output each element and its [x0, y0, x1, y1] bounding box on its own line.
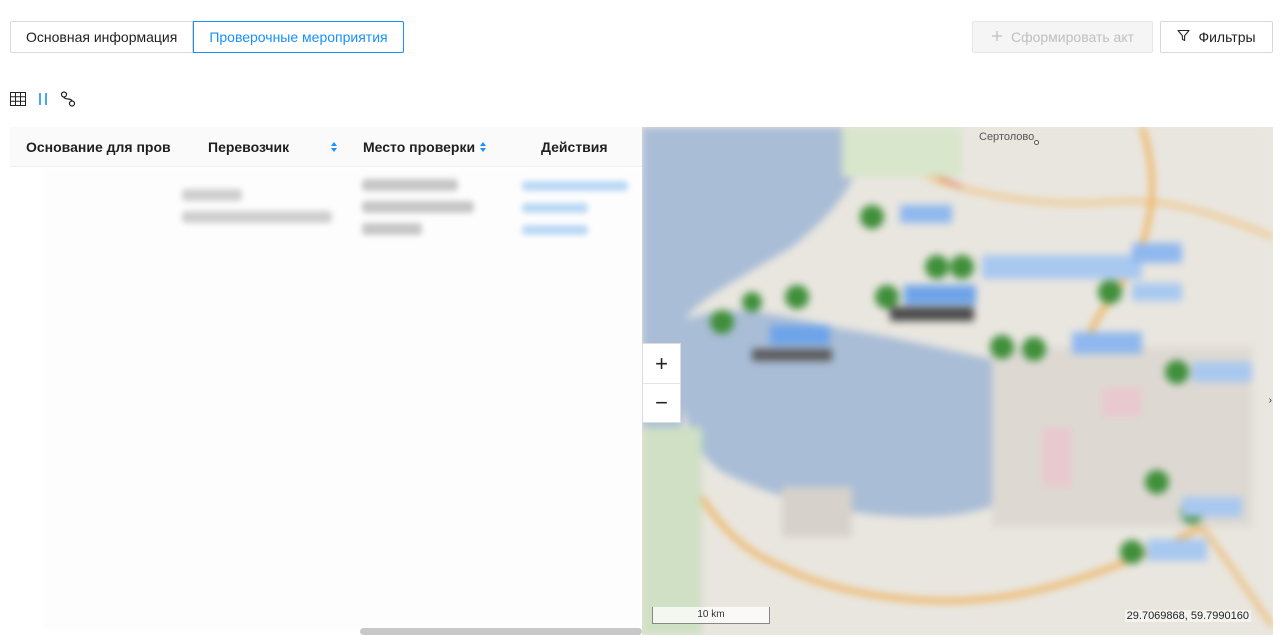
obscured-cell: [182, 211, 332, 223]
zoom-in-button[interactable]: +: [643, 344, 680, 383]
obscured-link[interactable]: [522, 203, 588, 213]
map-tiles: [642, 127, 1273, 635]
generate-act-button[interactable]: Сформировать акт: [972, 21, 1153, 53]
map-panel[interactable]: Сертолово + − 10 km 29.7069868, 59.79901…: [642, 127, 1273, 635]
obscured-cell: [362, 201, 474, 213]
obscured-link[interactable]: [522, 225, 588, 235]
tabs: Основная информация Проверочные мероприя…: [10, 21, 404, 53]
filter-icon: [1177, 29, 1191, 45]
sort-icon[interactable]: [331, 141, 337, 153]
column-header-location[interactable]: Место проверки: [347, 127, 507, 166]
view-switch: [10, 91, 76, 107]
map-route-icon[interactable]: [60, 91, 76, 107]
horizontal-scrollbar[interactable]: [360, 628, 642, 635]
obscured-cell: [362, 223, 422, 235]
obscured-cell: [182, 189, 242, 201]
column-header-actions: Действия: [541, 138, 608, 155]
plus-icon: [991, 29, 1003, 45]
generate-act-label: Сформировать акт: [1010, 29, 1135, 45]
map-coordinates: 29.7069868, 59.7990160: [1124, 610, 1251, 622]
sort-icon[interactable]: [480, 141, 487, 153]
tab-main-info[interactable]: Основная информация: [10, 21, 194, 53]
tab-inspection-events[interactable]: Проверочные мероприятия: [193, 21, 404, 53]
map-place-dot: [1034, 140, 1039, 145]
filters-button[interactable]: Фильтры: [1160, 21, 1273, 53]
column-header-carrier[interactable]: Перевозчик: [192, 127, 347, 166]
inspections-table: Основание для пров Перевозчик Место пров…: [10, 127, 642, 635]
map-edge-chevron-icon: ›: [1268, 395, 1272, 406]
table-header: Основание для пров Перевозчик Место пров…: [10, 127, 642, 167]
map-place-label: Сертолово: [979, 131, 1035, 143]
zoom-control: + −: [642, 343, 681, 423]
obscured-link[interactable]: [522, 181, 628, 191]
column-header-basis[interactable]: Основание для пров: [10, 127, 192, 166]
split-view-icon[interactable]: [35, 91, 51, 107]
map-scale: 10 km: [652, 607, 770, 624]
zoom-out-button[interactable]: −: [643, 383, 680, 422]
obscured-cell: [362, 179, 458, 191]
filters-label: Фильтры: [1198, 29, 1256, 45]
table-icon[interactable]: [10, 91, 26, 107]
table-body-obscured: [44, 169, 642, 629]
